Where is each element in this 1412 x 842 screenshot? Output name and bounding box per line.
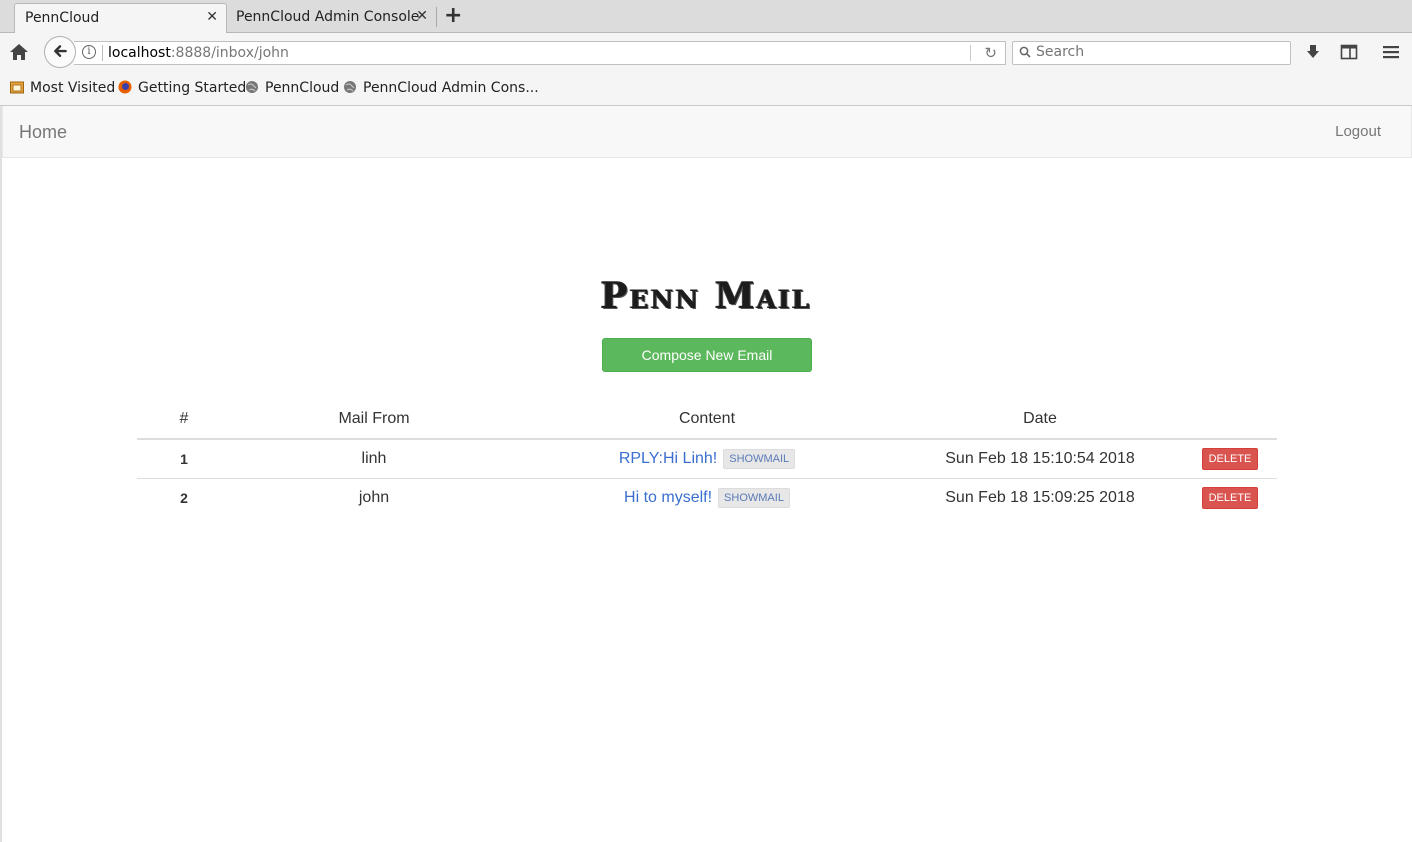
tab-label: PennCloud Admin Console — [236, 9, 420, 25]
sidebar-icon[interactable] — [1340, 43, 1358, 61]
tab-strip: PennCloud ✕ PennCloud Admin Console ✕ + — [0, 0, 1412, 33]
table-row: 1 linh RPLY:Hi Linh! SHOWMAIL Sun Feb 18 … — [137, 439, 1277, 479]
new-tab-icon[interactable]: + — [444, 3, 462, 28]
row-action: DELETE — [1183, 439, 1277, 479]
info-icon[interactable]: i — [82, 45, 96, 59]
bookmark-most-visited[interactable]: Most Visited — [10, 80, 115, 96]
delete-button[interactable]: DELETE — [1201, 447, 1259, 470]
compose-button[interactable]: Compose New Email — [602, 338, 812, 372]
folder-icon — [10, 81, 24, 94]
inbox-table: # Mail From Content Date 1 linh RPLY:Hi … — [137, 400, 1277, 517]
tab-admin-console[interactable]: PennCloud Admin Console ✕ — [226, 3, 436, 33]
url-divider — [102, 45, 103, 61]
close-tab-icon[interactable]: ✕ — [416, 8, 428, 24]
row-action: DELETE — [1183, 478, 1277, 517]
header-date: Date — [897, 400, 1183, 440]
header-num: # — [137, 400, 231, 440]
bookmark-getting-started[interactable]: Getting Started — [118, 80, 246, 96]
subject-link[interactable]: RPLY:Hi Linh! — [619, 450, 717, 467]
search-icon — [1019, 46, 1031, 58]
download-icon[interactable] — [1304, 43, 1322, 61]
page-title: Penn Mail — [600, 275, 812, 317]
delete-button[interactable]: DELETE — [1201, 486, 1259, 509]
row-from: john — [358, 488, 390, 506]
globe-icon — [344, 81, 356, 93]
site-navbar: Home Logout — [2, 106, 1412, 158]
row-content: RPLY:Hi Linh! SHOWMAIL — [517, 439, 897, 479]
tab-penncloud[interactable]: PennCloud ✕ — [14, 3, 227, 33]
tab-label: PennCloud — [25, 10, 100, 26]
row-num: 2 — [180, 489, 188, 506]
browser-toolbar: i localhost:8888/inbox/john ↻ — [0, 33, 1412, 71]
header-action — [1183, 400, 1277, 440]
page-border — [0, 106, 2, 842]
table-row: 2 john Hi to myself! SHOWMAIL Sun Feb 18 … — [137, 478, 1277, 517]
menu-icon[interactable] — [1382, 43, 1400, 61]
row-from: linh — [231, 439, 517, 479]
back-button[interactable] — [44, 36, 76, 68]
row-date: Sun Feb 18 15:10:54 2018 — [897, 439, 1183, 479]
home-link[interactable]: Home — [19, 122, 67, 143]
bookmark-penncloud[interactable]: PennCloud — [245, 80, 339, 96]
globe-icon — [246, 81, 258, 93]
search-input[interactable] — [1036, 44, 1276, 60]
tab-divider — [436, 7, 437, 27]
firefox-icon — [118, 80, 132, 94]
reload-divider — [970, 45, 971, 61]
header-content: Content — [517, 400, 897, 440]
url-bar[interactable]: i localhost:8888/inbox/john ↻ — [74, 41, 1006, 65]
logout-link[interactable]: Logout — [1335, 123, 1381, 140]
bookmark-penncloud-admin[interactable]: PennCloud Admin Cons... — [343, 80, 539, 96]
url-text[interactable]: localhost:8888/inbox/john — [108, 45, 289, 61]
home-icon[interactable] — [8, 42, 30, 62]
showmail-button[interactable]: SHOWMAIL — [723, 448, 796, 469]
bookmarks-bar: Most Visited Getting Started PennCloud P… — [0, 71, 1412, 106]
table-header: # Mail From Content Date — [137, 400, 1277, 440]
row-date: Sun Feb 18 15:09:25 2018 — [945, 488, 1135, 506]
close-tab-icon[interactable]: ✕ — [206, 9, 218, 25]
row-num: 1 — [137, 439, 231, 479]
search-bar[interactable] — [1012, 41, 1291, 65]
showmail-button[interactable]: SHOWMAIL — [718, 487, 790, 508]
subject-link[interactable]: Hi to myself! — [624, 489, 712, 506]
back-arrow-icon — [54, 45, 67, 57]
reload-icon[interactable]: ↻ — [984, 44, 997, 62]
row-content: Hi to myself! SHOWMAIL — [517, 478, 897, 517]
header-from: Mail From — [231, 400, 517, 440]
